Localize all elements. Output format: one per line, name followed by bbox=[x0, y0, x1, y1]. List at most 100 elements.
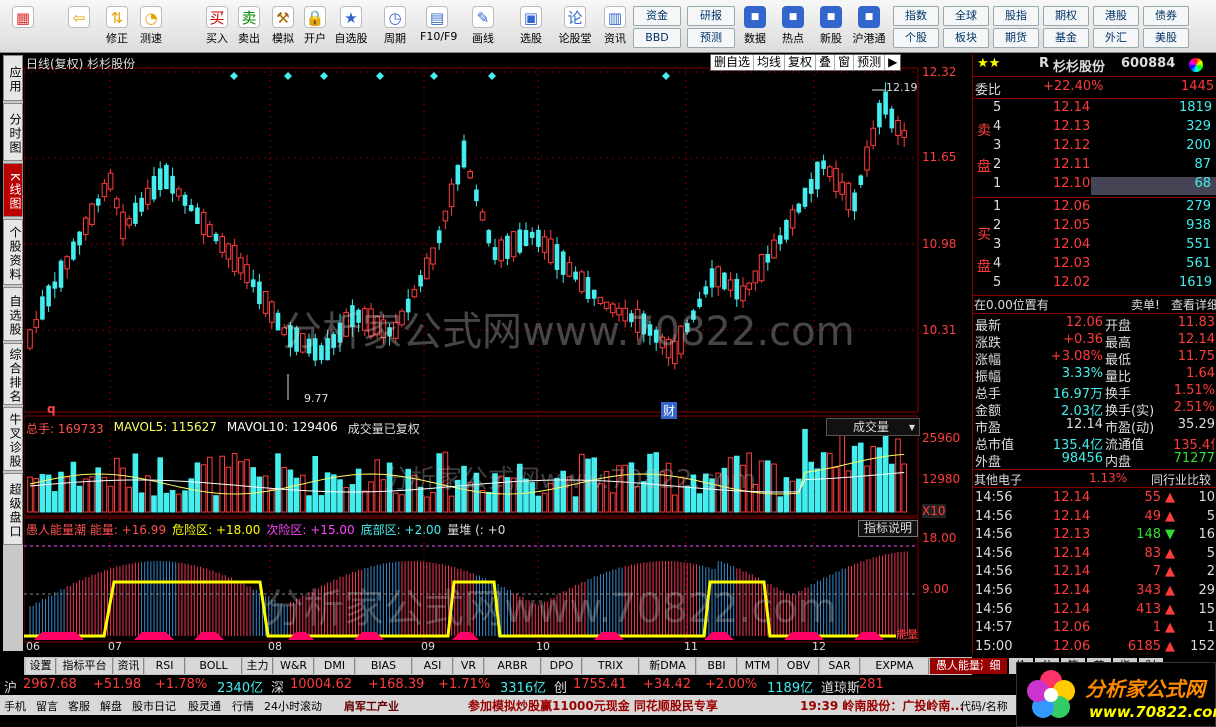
indicator-help-button[interactable]: 指标说明 bbox=[858, 520, 918, 537]
indicator-tab-4[interactable]: BOLL bbox=[186, 658, 242, 674]
indicator-tab-14[interactable]: 新DMA bbox=[640, 658, 696, 674]
toolbar-button-1[interactable]: ⇦ bbox=[62, 4, 96, 50]
toolbar-grid2-button[interactable]: 板块 bbox=[943, 28, 989, 48]
volume-select[interactable]: 成交量 ▾ bbox=[826, 418, 920, 436]
link-1[interactable]: 留言 bbox=[36, 698, 58, 714]
indicator-tab-0[interactable]: 设置 bbox=[26, 658, 56, 674]
event-diamond[interactable] bbox=[320, 72, 328, 80]
side-tab-6[interactable]: 牛叉诊股 bbox=[3, 407, 23, 471]
indicator-tab-19[interactable]: EXPMA bbox=[861, 658, 929, 674]
event-diamond[interactable] bbox=[662, 72, 670, 80]
kline-menu-item-1[interactable]: 均线 bbox=[754, 55, 786, 70]
toolbar-button-2[interactable]: ⇅ 修正 bbox=[100, 4, 134, 50]
side-tab-7[interactable]: 超级盘口 bbox=[3, 473, 23, 545]
toolbar-button-4[interactable]: 买买入 bbox=[200, 4, 234, 50]
indicator-tab-10[interactable]: VR bbox=[454, 658, 484, 674]
kline-menu-item-5[interactable]: 预测 bbox=[854, 55, 886, 70]
indicator-tab-15[interactable]: BBI bbox=[697, 658, 737, 674]
tick-volume: 7 bbox=[1152, 564, 1161, 580]
indicator-tab-2[interactable]: 资讯 bbox=[114, 658, 144, 674]
link-6[interactable]: 行情 bbox=[232, 698, 254, 714]
indicator-tab-5[interactable]: 主力 bbox=[243, 658, 273, 674]
view-detail-link[interactable]: 查看详细 bbox=[1171, 296, 1216, 313]
toolbar-button-8[interactable]: ★ 自选股 bbox=[334, 4, 368, 50]
tick-volume: 6185 bbox=[1127, 638, 1161, 654]
link-0[interactable]: 手机 bbox=[4, 698, 26, 714]
event-diamond[interactable] bbox=[230, 72, 238, 80]
indicator-tab-3[interactable]: RSI bbox=[145, 658, 185, 674]
toolbar-button-7[interactable]: 🔒 开户 bbox=[298, 4, 332, 50]
event-diamond[interactable] bbox=[430, 72, 438, 80]
side-tab-5[interactable]: 综合排名 bbox=[3, 343, 23, 405]
indicator-tab-18[interactable]: SAR bbox=[820, 658, 860, 674]
indicator-tab-7[interactable]: DMI bbox=[315, 658, 355, 674]
side-tab-0[interactable]: 应用 bbox=[3, 55, 23, 101]
toolbar-grid2-button[interactable]: 美股 bbox=[1143, 28, 1189, 48]
side-tab-2[interactable]: K线图 bbox=[3, 163, 23, 217]
toolbar-button-14[interactable]: ▥ 资讯 bbox=[598, 4, 632, 50]
link-4[interactable]: 股市日记 bbox=[132, 698, 176, 714]
toolbar-right-button-0[interactable]: ■ 数据 bbox=[738, 4, 772, 50]
indicator-tab-11[interactable]: ARBR bbox=[485, 658, 541, 674]
toolbar-grid2-button[interactable]: 港股 bbox=[1093, 6, 1139, 26]
kline-menu-item-0[interactable]: 删自选 bbox=[711, 55, 755, 70]
toolbar-button-9[interactable]: ◷ 周期 bbox=[378, 4, 412, 50]
kline-marker-q[interactable]: q bbox=[47, 402, 56, 416]
indicator-tab-12[interactable]: DPO bbox=[542, 658, 582, 674]
side-tab-3[interactable]: 个股资料 bbox=[3, 219, 23, 285]
event-diamond[interactable] bbox=[376, 72, 384, 80]
y-tick-2: 10.98 bbox=[922, 237, 957, 251]
indicator-tab-17[interactable]: OBV bbox=[779, 658, 819, 674]
toolbar-grid2-button[interactable]: 期权 bbox=[1043, 6, 1089, 26]
indicator-tab-9[interactable]: ASI bbox=[413, 658, 453, 674]
news-ticker[interactable]: 肩军工产业 bbox=[344, 698, 399, 714]
indicator-tab-16[interactable]: MTM bbox=[738, 658, 778, 674]
indicator-tab-13[interactable]: TRIX bbox=[583, 658, 639, 674]
compare-link[interactable]: 同行业比较 bbox=[1151, 471, 1211, 488]
indicator-tab-1[interactable]: 指标平台 bbox=[57, 658, 113, 674]
toolbar-grid1-button[interactable]: 资金 bbox=[633, 6, 681, 26]
toolbar-grid1-button[interactable]: 预测 bbox=[687, 28, 735, 48]
toolbar-button-13[interactable]: 论论股堂 bbox=[558, 4, 592, 50]
toolbar-button-6[interactable]: ⚒ 模拟 bbox=[266, 4, 300, 50]
kline-marker-cai[interactable]: 财 bbox=[661, 402, 678, 419]
toolbar-grid1-button[interactable]: 研报 bbox=[687, 6, 735, 26]
toolbar-right-button-3[interactable]: ■ 沪港通 bbox=[852, 4, 886, 50]
chart-area[interactable]: 日线(复权) 杉杉股份 删自选 均线 复权叠窗预测 ▶ 12.19 9.77 q 财 … bbox=[23, 54, 972, 654]
side-tab-1[interactable]: 分时图 bbox=[3, 103, 23, 161]
event-diamond[interactable] bbox=[488, 72, 496, 80]
toolbar-grid2-button[interactable]: 股指 bbox=[993, 6, 1039, 26]
toolbar-grid2-button[interactable]: 基金 bbox=[1043, 28, 1089, 48]
time-news[interactable]: 19:39 岭南股份：广投岭南... bbox=[800, 697, 964, 714]
toolbar-button-10[interactable]: ▤ F10/F9 bbox=[420, 4, 457, 50]
toolbar-grid2-button[interactable]: 个股 bbox=[893, 28, 939, 48]
toolbar-button-0[interactable]: ▦ bbox=[6, 4, 40, 50]
kline-menu-item-2[interactable]: 复权 bbox=[785, 55, 817, 70]
toolbar-button-5[interactable]: 卖卖出 bbox=[232, 4, 266, 50]
link-5[interactable]: 股灵通 bbox=[188, 698, 221, 714]
toolbar-grid2-button[interactable]: 债券 bbox=[1143, 6, 1189, 26]
toolbar-button-12[interactable]: ▣ 选股 bbox=[514, 4, 548, 50]
indicator-tab-6[interactable]: W&R bbox=[274, 658, 314, 674]
toolbar-grid2-button[interactable]: 期货 bbox=[993, 28, 1039, 48]
kline-menu-item-3[interactable]: 叠 bbox=[816, 55, 836, 70]
side-tab-4[interactable]: 自选股 bbox=[3, 287, 23, 341]
toolbar-right-button-2[interactable]: ■ 新股 bbox=[814, 4, 848, 50]
toolbar-button-11[interactable]: ✎ 画线 bbox=[466, 4, 500, 50]
toolbar-grid2-button[interactable]: 外汇 bbox=[1093, 28, 1139, 48]
indicator-tab-8[interactable]: BIAS bbox=[356, 658, 412, 674]
code-search[interactable]: 代码/名称 bbox=[960, 698, 1008, 714]
toolbar-grid1-button[interactable]: BBD bbox=[633, 28, 681, 48]
toolbar-grid2-button[interactable]: 指数 bbox=[893, 6, 939, 26]
link-7[interactable]: 24小时滚动 bbox=[264, 698, 322, 714]
toolbar-right-button-1[interactable]: ■ 热点 bbox=[776, 4, 810, 50]
event-diamond[interactable] bbox=[284, 72, 292, 80]
toolbar-grid2-button[interactable]: 全球 bbox=[943, 6, 989, 26]
link-2[interactable]: 客服 bbox=[68, 698, 90, 714]
link-3[interactable]: 解盘 bbox=[100, 698, 122, 714]
kline-menu-item-4[interactable]: 窗 bbox=[835, 55, 855, 70]
ad-banner[interactable]: 参加模拟炒股赢11000元现金 同花顺股民专享 bbox=[468, 697, 718, 714]
toolbar-button-3[interactable]: ◔ 测速 bbox=[134, 4, 168, 50]
quote-tab-0[interactable]: 细 bbox=[983, 658, 1007, 674]
arrow-right-icon[interactable]: ▶ bbox=[885, 55, 900, 70]
